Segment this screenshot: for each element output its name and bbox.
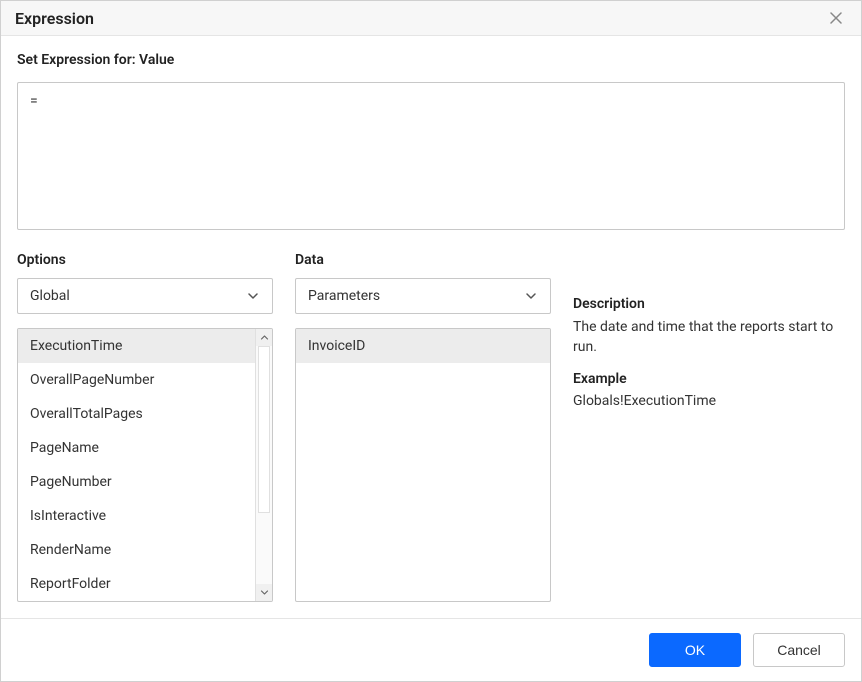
scroll-up-button[interactable] [256, 329, 272, 346]
dialog-footer: OK Cancel [1, 618, 861, 681]
list-item-label: OverallPageNumber [30, 372, 154, 388]
dialog-content: Set Expression for: Value Options Global… [1, 36, 861, 618]
options-scrollbar[interactable] [255, 329, 272, 601]
close-icon [830, 12, 842, 24]
list-item[interactable]: InvoiceID [296, 329, 550, 363]
options-listbox: ExecutionTime OverallPageNumber OverallT… [17, 328, 273, 602]
options-label: Options [17, 252, 273, 268]
data-listbox-items: InvoiceID [296, 329, 550, 601]
list-item-label: PageName [30, 440, 99, 456]
list-item-label: ReportFolder [30, 576, 111, 592]
chevron-down-icon [246, 289, 260, 303]
options-column: Options Global ExecutionTime OverallPage… [17, 252, 273, 602]
list-item[interactable]: PageNumber [18, 465, 255, 499]
ok-button[interactable]: OK [649, 633, 741, 667]
data-listbox: InvoiceID [295, 328, 551, 602]
chevron-down-icon [260, 588, 269, 597]
titlebar: Expression [1, 1, 861, 36]
list-item-label: OverallTotalPages [30, 406, 143, 422]
list-item-label: RenderName [30, 542, 111, 558]
close-button[interactable] [825, 7, 847, 29]
list-item-label: ExecutionTime [30, 338, 122, 354]
data-select[interactable]: Parameters [295, 278, 551, 314]
chevron-up-icon [260, 333, 269, 342]
list-item[interactable]: RenderName [18, 533, 255, 567]
options-listbox-items: ExecutionTime OverallPageNumber OverallT… [18, 329, 255, 601]
list-item[interactable]: OverallTotalPages [18, 397, 255, 431]
scroll-thumb[interactable] [258, 346, 270, 513]
scroll-track[interactable] [256, 346, 272, 584]
set-expression-label: Set Expression for: Value [17, 52, 845, 68]
options-select[interactable]: Global [17, 278, 273, 314]
scroll-down-button[interactable] [256, 584, 272, 601]
expression-input[interactable] [17, 82, 845, 230]
description-text: The date and time that the reports start… [573, 318, 845, 357]
columns: Options Global ExecutionTime OverallPage… [17, 252, 845, 602]
expression-dialog: Expression Set Expression for: Value Opt… [0, 0, 862, 682]
data-select-value: Parameters [308, 288, 524, 304]
description-title: Description [573, 296, 845, 312]
list-item-label: IsInteractive [30, 508, 106, 524]
dialog-title: Expression [15, 9, 94, 28]
list-item[interactable]: OverallPageNumber [18, 363, 255, 397]
options-select-value: Global [30, 288, 246, 304]
data-column: Data Parameters InvoiceID [295, 252, 551, 602]
list-item[interactable]: ReportFolder [18, 567, 255, 601]
list-item[interactable]: IsInteractive [18, 499, 255, 533]
list-item-label: PageNumber [30, 474, 112, 490]
chevron-down-icon [524, 289, 538, 303]
description-column: Description The date and time that the r… [573, 252, 845, 602]
list-item[interactable]: PageName [18, 431, 255, 465]
example-text: Globals!ExecutionTime [573, 393, 845, 409]
list-item-label: InvoiceID [308, 338, 365, 354]
data-label: Data [295, 252, 551, 268]
list-item[interactable]: ExecutionTime [18, 329, 255, 363]
cancel-button[interactable]: Cancel [753, 633, 845, 667]
example-title: Example [573, 371, 845, 387]
